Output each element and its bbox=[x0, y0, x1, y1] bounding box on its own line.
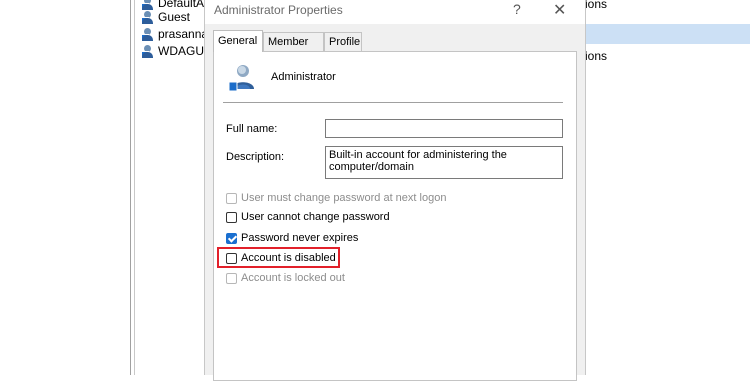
account-locked-out-checkbox[interactable]: Account is locked out bbox=[226, 271, 345, 285]
description-field[interactable]: Built-in account for administering the c… bbox=[325, 146, 563, 179]
user-icon bbox=[141, 27, 154, 42]
user-account-icon bbox=[229, 65, 254, 92]
selected-row-highlight[interactable] bbox=[585, 24, 750, 44]
dialog-title: Administrator Properties bbox=[214, 3, 343, 17]
description-label: Description: bbox=[226, 151, 285, 163]
administrator-properties-dialog: Administrator Properties ? ✕ General Mem… bbox=[204, 0, 586, 381]
list-item[interactable]: WDAGUti bbox=[141, 42, 210, 60]
close-button[interactable]: ✕ bbox=[553, 0, 566, 20]
list-item[interactable]: prasanna bbox=[141, 25, 208, 43]
full-name-field[interactable] bbox=[325, 119, 563, 138]
annotation-highlight-box bbox=[217, 247, 340, 268]
cannot-change-password-checkbox[interactable]: User cannot change password bbox=[226, 210, 390, 224]
list-item-label: Guest bbox=[158, 10, 191, 24]
password-never-expires-checkbox[interactable]: Password never expires bbox=[226, 231, 358, 245]
separator bbox=[223, 102, 563, 103]
checkbox-label: Account is locked out bbox=[241, 272, 345, 284]
checkbox-box[interactable] bbox=[226, 272, 237, 284]
checkbox-box[interactable] bbox=[226, 192, 237, 204]
list-item-description: ions bbox=[585, 49, 608, 63]
checkbox-label: Password never expires bbox=[241, 232, 359, 244]
checkbox-box[interactable] bbox=[226, 232, 237, 244]
help-button[interactable]: ? bbox=[513, 1, 521, 17]
checkbox-label: User must change password at next logon bbox=[241, 192, 447, 204]
tab-member-of[interactable]: Member Of bbox=[263, 32, 324, 67]
tab-profile[interactable]: Profile bbox=[324, 32, 362, 51]
user-icon bbox=[141, 10, 154, 25]
user-icon bbox=[141, 44, 154, 59]
title-bar[interactable]: Administrator Properties ? ✕ bbox=[205, 0, 585, 24]
list-item-label: prasanna bbox=[158, 27, 209, 41]
checkbox-box[interactable] bbox=[226, 211, 237, 223]
tab-general[interactable]: General bbox=[213, 30, 263, 52]
must-change-password-checkbox[interactable]: User must change password at next logon bbox=[226, 191, 446, 205]
panel-divider bbox=[134, 0, 135, 375]
list-item-description: ions bbox=[585, 0, 608, 11]
account-name: Administrator bbox=[271, 71, 336, 83]
list-item-label: WDAGUti bbox=[158, 44, 210, 58]
list-item[interactable]: Guest bbox=[141, 8, 190, 26]
checkbox-label: User cannot change password bbox=[241, 211, 390, 223]
full-name-label: Full name: bbox=[226, 123, 278, 135]
